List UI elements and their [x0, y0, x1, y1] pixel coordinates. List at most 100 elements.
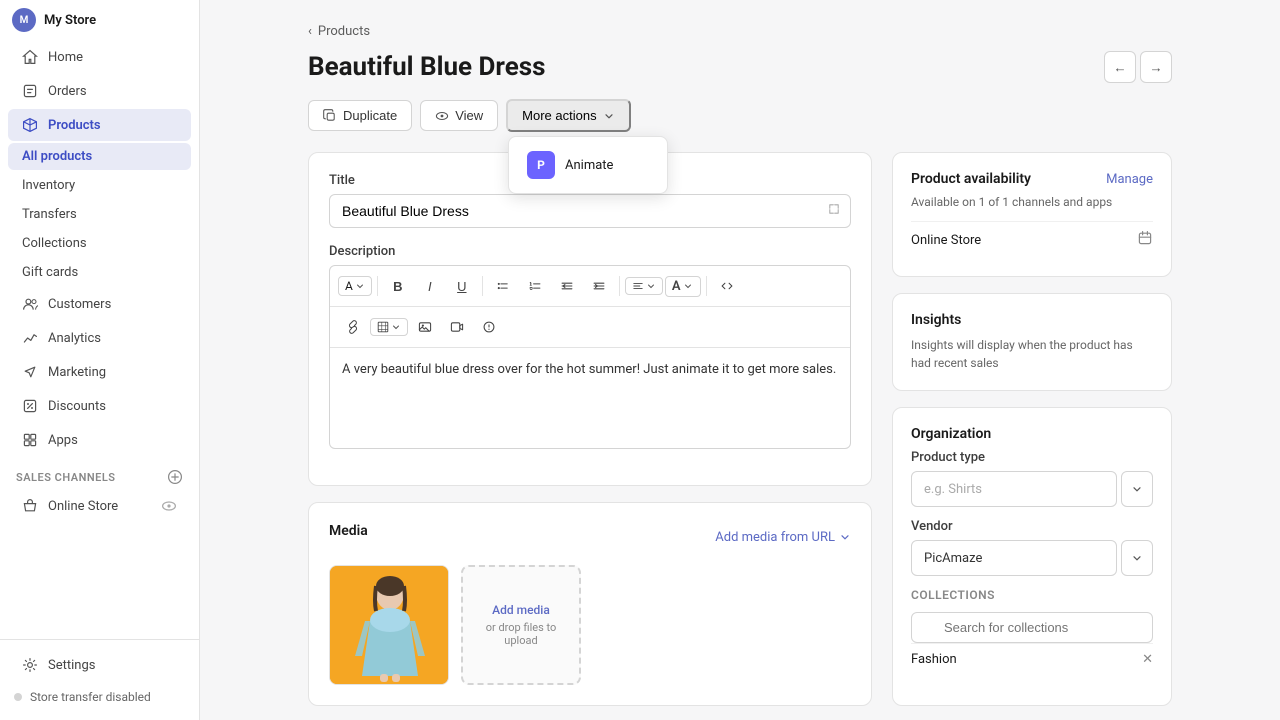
manage-availability-link[interactable]: Manage: [1106, 172, 1153, 187]
add-media-url-button[interactable]: Add media from URL: [715, 530, 851, 545]
store-name[interactable]: M My Store: [0, 0, 199, 40]
sidebar-item-transfers[interactable]: Transfers: [8, 201, 191, 228]
sidebar-item-analytics[interactable]: Analytics: [8, 322, 191, 354]
main-content: ‹ Products Beautiful Blue Dress ← → Dupl…: [200, 0, 1280, 720]
online-store-eye-icon: [161, 498, 177, 514]
more-actions-button[interactable]: More actions: [506, 99, 630, 132]
organization-header: Organization: [911, 426, 1153, 442]
description-label: Description: [329, 244, 851, 259]
rte-content-area[interactable]: A very beautiful blue dress over for the…: [330, 348, 850, 448]
title-input-wrapper: [329, 194, 851, 228]
more-actions-dropdown: P Animate: [508, 136, 668, 194]
availability-card: Product availability Manage Available on…: [892, 152, 1172, 277]
rte-special-char-button[interactable]: [474, 313, 504, 341]
orders-icon: [22, 83, 38, 99]
remove-fashion-collection-button[interactable]: ✕: [1142, 652, 1153, 667]
media-header: Media Add media from URL: [329, 523, 851, 551]
insights-description: Insights will display when the product h…: [911, 336, 1153, 372]
media-grid: Add media or drop files toupload: [329, 565, 851, 685]
rte-toolbar-row2: [330, 307, 850, 348]
analytics-icon: [22, 330, 38, 346]
sidebar-item-online-store[interactable]: Online Store: [8, 490, 191, 522]
sidebar-item-collections[interactable]: Collections: [8, 230, 191, 257]
sidebar-item-orders[interactable]: Orders: [8, 75, 191, 107]
description-field-group: Description A B I U: [329, 244, 851, 449]
organization-title: Organization: [911, 426, 991, 442]
rte-image-button[interactable]: [410, 313, 440, 341]
table-chevron-icon: [391, 322, 401, 332]
view-icon: [435, 109, 449, 123]
duplicate-button[interactable]: Duplicate: [308, 100, 412, 131]
online-store-channel-row: Online Store: [911, 221, 1153, 258]
rte-table-select[interactable]: [370, 318, 408, 336]
store-transfer-dot: [14, 693, 22, 701]
apps-icon: [22, 432, 38, 448]
sidebar-item-products[interactable]: Products: [8, 109, 191, 141]
page-header: Beautiful Blue Dress ← →: [308, 51, 1172, 83]
product-type-chevron-icon: [1131, 483, 1143, 495]
rte-paragraph-select[interactable]: A: [338, 276, 372, 296]
sidebar-item-home[interactable]: Home: [8, 41, 191, 73]
rte-video-button[interactable]: [442, 313, 472, 341]
rte-unordered-list-button[interactable]: [488, 272, 518, 300]
home-icon: [22, 49, 38, 65]
sidebar-item-all-products[interactable]: All products: [8, 143, 191, 170]
collections-search-input[interactable]: [911, 612, 1153, 643]
sidebar-item-marketing[interactable]: Marketing: [8, 356, 191, 388]
availability-title: Product availability: [911, 171, 1031, 187]
rte-indent-dec-button[interactable]: [552, 272, 582, 300]
sidebar-item-apps[interactable]: Apps: [8, 424, 191, 456]
sidebar-item-discounts[interactable]: Discounts: [8, 390, 191, 422]
vendor-field: Vendor PicAmaze: [911, 519, 1153, 576]
vendor-dropdown-button[interactable]: [1121, 540, 1153, 576]
add-channel-icon[interactable]: [167, 469, 183, 485]
rte-link-button[interactable]: [338, 313, 368, 341]
products-icon: [22, 117, 38, 133]
store-icon: M: [12, 8, 36, 32]
rte-divider4: [706, 276, 707, 296]
sidebar-item-inventory[interactable]: Inventory: [8, 172, 191, 199]
rte-indent-inc-button[interactable]: [584, 272, 614, 300]
media-thumbnail[interactable]: [329, 565, 449, 685]
media-section-title: Media: [329, 523, 368, 539]
rte-align-select[interactable]: [625, 277, 663, 295]
vendor-input[interactable]: PicAmaze: [911, 540, 1117, 576]
sidebar: M My Store Home Orders Products All prod…: [0, 0, 200, 720]
calendar-icon[interactable]: [1137, 230, 1153, 250]
rte-color-select[interactable]: A: [665, 276, 701, 297]
right-column: Product availability Manage Available on…: [892, 152, 1172, 720]
next-product-button[interactable]: →: [1140, 51, 1172, 83]
product-type-dropdown-button[interactable]: [1121, 471, 1153, 507]
chevron-down-small-icon: [355, 281, 365, 291]
title-expand-icon: [827, 202, 841, 220]
insights-title: Insights: [911, 312, 961, 328]
product-type-field: Product type e.g. Shirts: [911, 450, 1153, 507]
breadcrumb-products-link[interactable]: Products: [318, 24, 370, 39]
rte-bold-button[interactable]: B: [383, 272, 413, 300]
rte-divider3: [619, 276, 620, 296]
add-media-text: Add media: [492, 603, 550, 617]
product-type-label: Product type: [911, 450, 1153, 465]
sales-channels-header: SALES CHANNELS: [0, 457, 199, 489]
availability-header: Product availability Manage: [911, 171, 1153, 187]
animate-icon: P: [527, 151, 555, 179]
rte-code-button[interactable]: [712, 272, 742, 300]
product-type-input[interactable]: e.g. Shirts: [911, 471, 1117, 507]
media-upload-area[interactable]: Add media or drop files toupload: [461, 565, 581, 685]
prev-product-button[interactable]: ←: [1104, 51, 1136, 83]
collections-label: COLLECTIONS: [911, 588, 1153, 602]
animate-menu-item[interactable]: P Animate: [515, 143, 661, 187]
rte-italic-button[interactable]: I: [415, 272, 445, 300]
sidebar-item-gift-cards[interactable]: Gift cards: [8, 259, 191, 286]
title-input[interactable]: [329, 194, 851, 228]
rte-underline-button[interactable]: U: [447, 272, 477, 300]
rte-ordered-list-button[interactable]: [520, 272, 550, 300]
action-bar: Duplicate View More actions P Animate: [308, 99, 1172, 132]
duplicate-icon: [323, 109, 337, 123]
view-button[interactable]: View: [420, 100, 498, 131]
sidebar-item-customers[interactable]: Customers: [8, 288, 191, 320]
marketing-icon: [22, 364, 38, 380]
sidebar-item-settings[interactable]: Settings: [8, 649, 191, 681]
store-transfer-status: Store transfer disabled: [0, 682, 199, 712]
channel-name: Online Store: [911, 233, 981, 248]
